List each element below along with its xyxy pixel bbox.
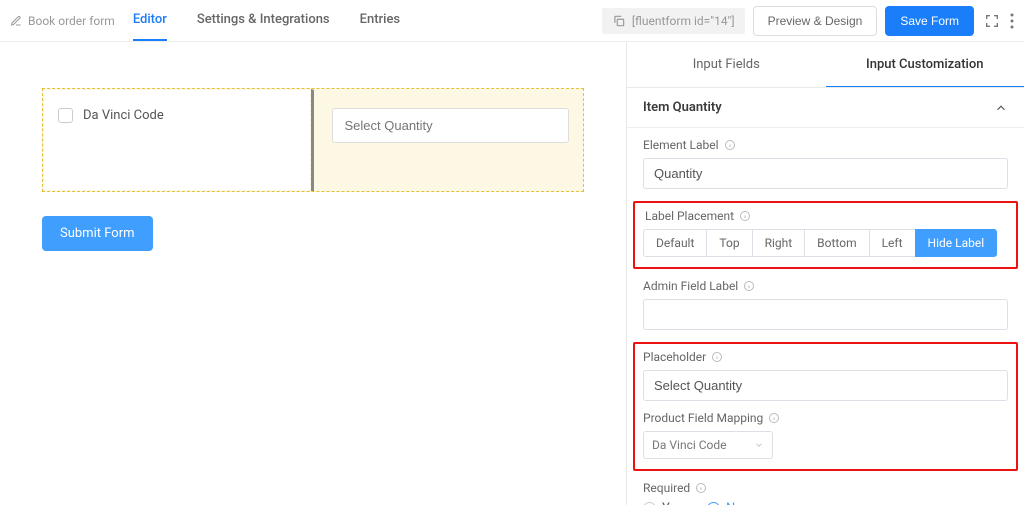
required-yes[interactable]: Yes: [643, 501, 683, 505]
placement-hide[interactable]: Hide Label: [915, 229, 998, 257]
placement-right[interactable]: Right: [752, 229, 806, 257]
shortcode-text: [fluentform id="14"]: [632, 14, 735, 28]
label-placement-group: Default Top Right Bottom Left Hide Label: [643, 229, 1008, 257]
placeholder-title: Placeholder: [643, 350, 706, 364]
topbar: Book order form Editor Settings & Integr…: [0, 0, 1024, 42]
mapping-select[interactable]: Da Vinci Code: [643, 431, 773, 459]
product-label: Da Vinci Code: [83, 108, 164, 123]
info-icon: [711, 351, 723, 363]
checkbox-icon[interactable]: [58, 108, 73, 123]
preview-button[interactable]: Preview & Design: [753, 6, 878, 36]
placement-bottom[interactable]: Bottom: [804, 229, 869, 257]
more-icon[interactable]: [1010, 13, 1014, 29]
main-tabs: Editor Settings & Integrations Entries: [133, 0, 602, 41]
form-canvas[interactable]: Da Vinci Code Submit Form: [0, 42, 626, 505]
tab-input-customization[interactable]: Input Customization: [826, 42, 1024, 87]
info-icon: [768, 412, 780, 424]
fullscreen-icon[interactable]: [984, 13, 1000, 29]
mapping-title: Product Field Mapping: [643, 411, 763, 425]
form-name: Book order form: [28, 14, 115, 28]
required-yes-label: Yes: [662, 501, 683, 505]
label-placement-highlight: Label Placement Default Top Right Bottom…: [633, 201, 1018, 269]
sidebar: Input Fields Input Customization Item Qu…: [626, 42, 1024, 505]
tab-entries[interactable]: Entries: [360, 0, 400, 41]
shortcode-copy[interactable]: [fluentform id="14"]: [602, 8, 745, 34]
info-icon: [724, 139, 736, 151]
required-no-label: No: [726, 501, 743, 505]
info-icon: [743, 280, 755, 292]
placement-default[interactable]: Default: [643, 229, 707, 257]
tab-settings[interactable]: Settings & Integrations: [197, 0, 330, 41]
admin-label-input[interactable]: [643, 299, 1008, 330]
panel-header[interactable]: Item Quantity: [627, 88, 1024, 128]
quantity-column[interactable]: [311, 89, 584, 191]
form-row: Da Vinci Code: [42, 88, 584, 192]
tab-input-fields[interactable]: Input Fields: [627, 42, 826, 87]
chevron-up-icon: [994, 101, 1008, 115]
tab-editor[interactable]: Editor: [133, 0, 167, 41]
save-button[interactable]: Save Form: [885, 6, 974, 36]
product-option: Da Vinci Code: [58, 108, 296, 123]
placeholder-input[interactable]: [643, 370, 1008, 401]
pencil-icon: [10, 15, 22, 27]
info-icon: [739, 210, 751, 222]
required-title: Required: [643, 481, 690, 495]
quantity-input[interactable]: [332, 108, 570, 143]
copy-icon: [612, 14, 626, 28]
info-icon: [695, 482, 707, 494]
chevron-down-icon: [754, 440, 764, 450]
placeholder-mapping-highlight: Placeholder Product Field Mapping Da Vin…: [633, 342, 1018, 471]
element-label-input[interactable]: [643, 158, 1008, 189]
product-column[interactable]: Da Vinci Code: [43, 89, 311, 191]
admin-label-title: Admin Field Label: [643, 279, 738, 293]
panel-title: Item Quantity: [643, 100, 722, 115]
placement-left[interactable]: Left: [869, 229, 916, 257]
submit-button[interactable]: Submit Form: [42, 216, 153, 251]
required-no[interactable]: No: [707, 501, 743, 505]
breadcrumb[interactable]: Book order form: [10, 14, 115, 28]
placement-top[interactable]: Top: [706, 229, 752, 257]
mapping-value: Da Vinci Code: [652, 438, 727, 452]
element-label-title: Element Label: [643, 138, 719, 152]
label-placement-title: Label Placement: [645, 209, 734, 223]
